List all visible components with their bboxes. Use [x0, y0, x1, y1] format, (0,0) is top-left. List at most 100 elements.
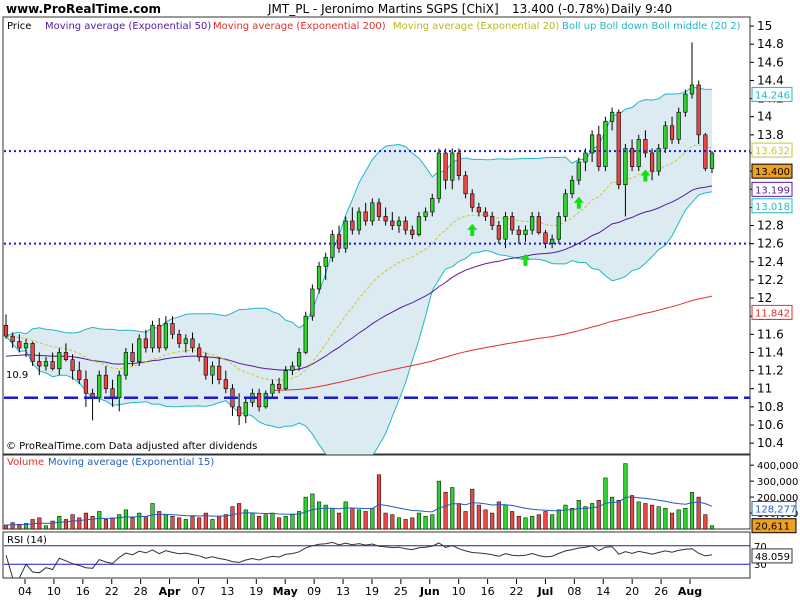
legend-ema50: Moving average (Exponential 50)	[45, 21, 211, 32]
candle-body	[390, 220, 395, 226]
volume-bar	[10, 522, 15, 530]
candle-body	[77, 370, 82, 380]
volume-bar	[137, 512, 142, 530]
x-tick-label: May	[273, 585, 298, 598]
candle-body	[37, 361, 42, 367]
x-tick-label: 26	[654, 585, 668, 598]
volume-ma-label: Moving average (Exponential 15)	[48, 457, 214, 468]
volume-bar	[303, 496, 308, 530]
candle-body	[23, 343, 29, 349]
volume-bar	[656, 506, 661, 530]
volume-bar	[709, 525, 715, 530]
candle-body	[57, 352, 62, 370]
volume-bar	[270, 512, 275, 530]
candle-body	[649, 152, 655, 172]
candle-body	[669, 125, 675, 140]
last-price: 13.400 (-0.78%)	[512, 2, 610, 16]
candle-body	[696, 84, 701, 136]
candle-body	[50, 361, 55, 370]
candle-body	[576, 161, 581, 181]
volume-bar	[103, 519, 108, 530]
candle-body	[603, 120, 608, 167]
volume-bar	[170, 515, 175, 530]
candle	[436, 148, 442, 203]
candle	[676, 107, 681, 144]
price-value-box-text: 13.018	[755, 202, 790, 213]
x-tick-label: Apr	[159, 585, 181, 598]
candle-body	[463, 175, 468, 195]
price-y-tick-label: 12.8	[757, 219, 784, 233]
volume-bar	[523, 517, 528, 530]
candle	[303, 311, 308, 355]
candle	[636, 134, 641, 172]
candle-body	[523, 229, 528, 235]
candle	[616, 109, 621, 190]
legend-ema20: Moving average (Exponential 20)	[393, 21, 559, 32]
candle-body	[97, 374, 102, 399]
volume-bar	[556, 509, 561, 530]
x-tick-label: 19	[365, 585, 379, 598]
volume-bar	[390, 514, 395, 530]
volume-bar	[543, 511, 548, 530]
candle-body	[689, 84, 695, 95]
candle-body	[30, 343, 35, 362]
site-url[interactable]: www.ProRealTime.com	[6, 2, 161, 16]
volume-label: Volume	[7, 457, 44, 468]
stock-chart: www.ProRealTime.com JMT_PL - Jeronimo Ma…	[0, 0, 800, 600]
volume-bar	[476, 504, 481, 530]
candle-body	[157, 324, 162, 349]
candle-body	[583, 152, 588, 163]
price-value-box: 13.018	[751, 198, 793, 214]
x-tick-label: 07	[191, 585, 205, 598]
candle-body	[276, 383, 282, 390]
candle	[330, 230, 335, 262]
price-value-box-text: 11.842	[755, 308, 790, 319]
candle-body	[237, 406, 242, 417]
volume-bar	[416, 512, 421, 530]
data-footer[interactable]: © ProRealTime.com Data adjusted after di…	[6, 441, 257, 452]
volume-bar	[490, 512, 495, 530]
x-tick-label: Jun	[419, 585, 440, 598]
volume-bar	[616, 500, 621, 530]
volume-y-tick-label: 400,000	[757, 461, 798, 472]
candle-body	[376, 202, 382, 217]
candle	[656, 143, 661, 176]
level-label: 10.9	[6, 370, 28, 381]
candle-body	[363, 211, 368, 222]
candle-body	[270, 383, 275, 394]
volume-bar	[383, 512, 388, 530]
price-y-tick-label: 12.6	[757, 237, 784, 251]
candle-body	[83, 379, 89, 394]
price-value-box: 13.199	[751, 181, 793, 197]
candle-body	[3, 324, 9, 337]
x-tick-label: 04	[18, 585, 32, 598]
volume-bar	[663, 508, 668, 530]
candle-body	[450, 152, 455, 181]
price-value-box-text: 13.632	[755, 146, 790, 157]
price-y-tick-label: 15	[757, 19, 772, 33]
volume-bar	[703, 514, 708, 530]
price-y-tick-label: 12	[757, 291, 772, 305]
candle-body	[403, 220, 408, 231]
candle-body	[183, 338, 188, 344]
candle-body	[556, 216, 561, 240]
candle-body	[330, 234, 335, 258]
volume-bar	[503, 504, 508, 530]
candle-body	[117, 374, 122, 399]
volume-bar	[450, 487, 455, 530]
volume-bar	[97, 511, 102, 530]
x-tick-label: 08	[567, 585, 581, 598]
rsi-value-box: 48.059	[751, 548, 793, 564]
volume-bar	[456, 503, 461, 530]
candle-body	[503, 216, 508, 240]
candle-body	[496, 225, 501, 240]
candle-body	[350, 220, 355, 231]
candle	[123, 347, 128, 380]
candle	[263, 390, 268, 409]
candle-body	[456, 152, 462, 176]
candle-body	[177, 334, 182, 344]
price-value-box: 14.246	[751, 86, 793, 102]
price-y-tick-label: 14.4	[757, 73, 784, 87]
x-tick-label: 25	[394, 585, 408, 598]
candle-body	[190, 338, 195, 349]
